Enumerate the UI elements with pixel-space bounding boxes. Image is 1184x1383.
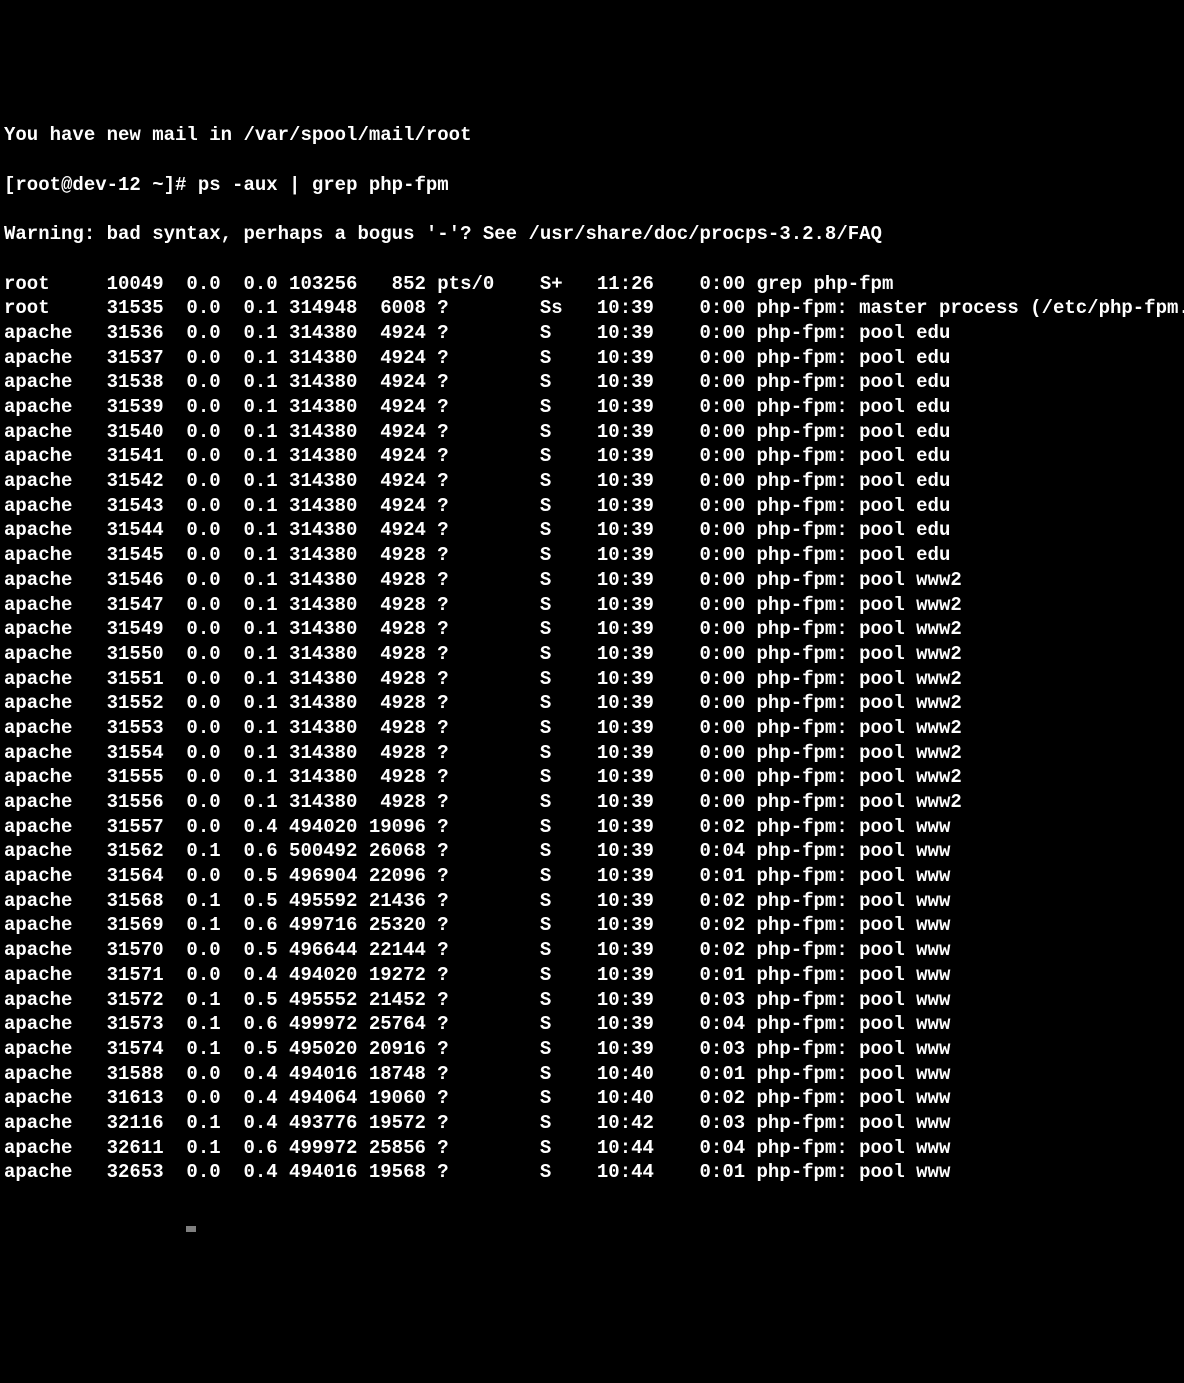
- terminal-output[interactable]: You have new mail in /var/spool/mail/roo…: [0, 99, 1184, 1259]
- process-row: apache 31547 0.0 0.1 314380 4928 ? S 10:…: [4, 593, 1184, 618]
- process-row: root 10049 0.0 0.0 103256 852 pts/0 S+ 1…: [4, 272, 1184, 297]
- process-row: apache 31544 0.0 0.1 314380 4924 ? S 10:…: [4, 518, 1184, 543]
- process-row: apache 31537 0.0 0.1 314380 4924 ? S 10:…: [4, 346, 1184, 371]
- process-row: apache 31557 0.0 0.4 494020 19096 ? S 10…: [4, 815, 1184, 840]
- process-row: apache 31564 0.0 0.5 496904 22096 ? S 10…: [4, 864, 1184, 889]
- process-list: root 10049 0.0 0.0 103256 852 pts/0 S+ 1…: [4, 272, 1184, 1185]
- process-row: apache 31573 0.1 0.6 499972 25764 ? S 10…: [4, 1012, 1184, 1037]
- cursor-line: [4, 1210, 1184, 1235]
- process-row: apache 31545 0.0 0.1 314380 4928 ? S 10:…: [4, 543, 1184, 568]
- process-row: apache 31550 0.0 0.1 314380 4928 ? S 10:…: [4, 642, 1184, 667]
- mail-notice: You have new mail in /var/spool/mail/roo…: [4, 123, 1184, 148]
- process-row: apache 32116 0.1 0.4 493776 19572 ? S 10…: [4, 1111, 1184, 1136]
- process-row: apache 31556 0.0 0.1 314380 4928 ? S 10:…: [4, 790, 1184, 815]
- process-row: apache 31574 0.1 0.5 495020 20916 ? S 10…: [4, 1037, 1184, 1062]
- process-row: apache 31541 0.0 0.1 314380 4924 ? S 10:…: [4, 444, 1184, 469]
- process-row: apache 31553 0.0 0.1 314380 4928 ? S 10:…: [4, 716, 1184, 741]
- process-row: apache 31588 0.0 0.4 494016 18748 ? S 10…: [4, 1062, 1184, 1087]
- process-row: apache 31546 0.0 0.1 314380 4928 ? S 10:…: [4, 568, 1184, 593]
- process-row: apache 31571 0.0 0.4 494020 19272 ? S 10…: [4, 963, 1184, 988]
- process-row: apache 31539 0.0 0.1 314380 4924 ? S 10:…: [4, 395, 1184, 420]
- process-row: root 31535 0.0 0.1 314948 6008 ? Ss 10:3…: [4, 296, 1184, 321]
- process-row: apache 32611 0.1 0.6 499972 25856 ? S 10…: [4, 1136, 1184, 1161]
- process-row: apache 31540 0.0 0.1 314380 4924 ? S 10:…: [4, 420, 1184, 445]
- process-row: apache 31570 0.0 0.5 496644 22144 ? S 10…: [4, 938, 1184, 963]
- process-row: apache 31538 0.0 0.1 314380 4924 ? S 10:…: [4, 370, 1184, 395]
- process-row: apache 31555 0.0 0.1 314380 4928 ? S 10:…: [4, 765, 1184, 790]
- cursor-block: [186, 1226, 196, 1232]
- command-line: [root@dev-12 ~]# ps -aux | grep php-fpm: [4, 173, 1184, 198]
- process-row: apache 31562 0.1 0.6 500492 26068 ? S 10…: [4, 839, 1184, 864]
- process-row: apache 31572 0.1 0.5 495552 21452 ? S 10…: [4, 988, 1184, 1013]
- process-row: apache 31569 0.1 0.6 499716 25320 ? S 10…: [4, 913, 1184, 938]
- process-row: apache 31554 0.0 0.1 314380 4928 ? S 10:…: [4, 741, 1184, 766]
- process-row: apache 31542 0.0 0.1 314380 4924 ? S 10:…: [4, 469, 1184, 494]
- shell-prompt: [root@dev-12 ~]#: [4, 174, 198, 196]
- process-row: apache 31613 0.0 0.4 494064 19060 ? S 10…: [4, 1086, 1184, 1111]
- process-row: apache 31536 0.0 0.1 314380 4924 ? S 10:…: [4, 321, 1184, 346]
- process-row: apache 31568 0.1 0.5 495592 21436 ? S 10…: [4, 889, 1184, 914]
- process-row: apache 32653 0.0 0.4 494016 19568 ? S 10…: [4, 1160, 1184, 1185]
- process-row: apache 31551 0.0 0.1 314380 4928 ? S 10:…: [4, 667, 1184, 692]
- process-row: apache 31543 0.0 0.1 314380 4924 ? S 10:…: [4, 494, 1184, 519]
- process-row: apache 31552 0.0 0.1 314380 4928 ? S 10:…: [4, 691, 1184, 716]
- warning-line: Warning: bad syntax, perhaps a bogus '-'…: [4, 222, 1184, 247]
- command-text: ps -aux | grep php-fpm: [198, 174, 449, 196]
- process-row: apache 31549 0.0 0.1 314380 4928 ? S 10:…: [4, 617, 1184, 642]
